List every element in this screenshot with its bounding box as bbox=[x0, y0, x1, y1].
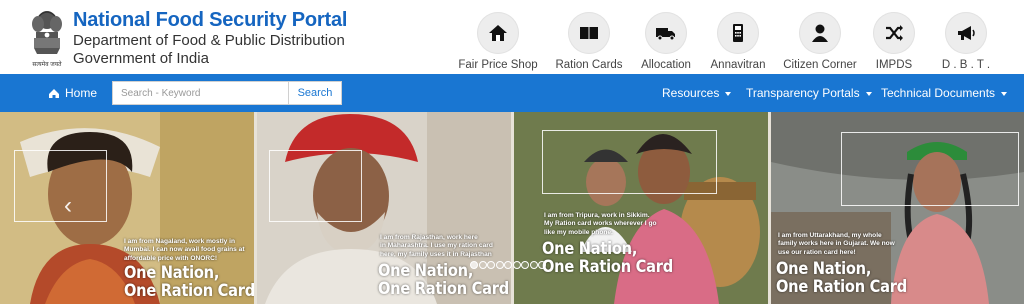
chevron-down-icon bbox=[725, 91, 732, 96]
home-icon bbox=[49, 88, 59, 98]
nav-menu-technical-documents[interactable]: Technical Documents bbox=[881, 74, 1008, 112]
slide-quote: I am from Nagaland, work mostly in Mumbai… bbox=[124, 238, 245, 262]
slide-quote: I am from Tripura, work in Sikkim. My Rat… bbox=[544, 212, 657, 236]
slide-frame bbox=[841, 132, 1019, 206]
shop-icon bbox=[489, 25, 507, 41]
slide-frame bbox=[269, 150, 362, 222]
slide-slogan: One Nation, One Ration Card bbox=[124, 263, 254, 301]
banner-slide[interactable]: ‹ I am from Nagaland, work mostly in Mumb… bbox=[0, 112, 254, 304]
brand-block[interactable]: National Food Security Portal Department… bbox=[73, 8, 347, 68]
shuffle-icon bbox=[886, 25, 903, 41]
search-input[interactable] bbox=[112, 81, 288, 105]
nav-menu-resources[interactable]: Resources bbox=[662, 74, 732, 112]
site-header: सत्यमेव जयते National Food Security Port… bbox=[0, 0, 1024, 74]
user-icon bbox=[812, 24, 828, 42]
slide-quote: I am from Uttarakhand, my whole family wo… bbox=[778, 232, 895, 256]
main-navbar: Home Search Resources Transparency Porta… bbox=[0, 74, 1024, 112]
slider-dot[interactable] bbox=[470, 261, 478, 269]
quick-link-fair-price-shop[interactable]: Fair Price Shop bbox=[448, 12, 548, 71]
slider-dot[interactable] bbox=[538, 261, 546, 269]
slide-frame bbox=[14, 150, 107, 222]
truck-icon bbox=[656, 28, 675, 41]
department-name: Department of Food & Public Distribution bbox=[73, 32, 345, 49]
nav-menu-transparency-portals[interactable]: Transparency Portals bbox=[746, 74, 872, 112]
banner-slider[interactable]: ‹ I am from Nagaland, work mostly in Mumb… bbox=[0, 112, 1024, 304]
search-form: Search bbox=[112, 81, 342, 105]
chevron-down-icon bbox=[865, 91, 872, 96]
slider-dot[interactable] bbox=[512, 261, 521, 269]
slider-dot[interactable] bbox=[529, 261, 538, 269]
slider-dot[interactable] bbox=[495, 261, 504, 269]
slider-pagination bbox=[470, 258, 560, 276]
quick-link-dbt[interactable]: D . B . T . bbox=[916, 12, 1016, 71]
nav-home-link[interactable]: Home bbox=[48, 74, 97, 112]
emblem-motto: सत्यमेव जयते bbox=[32, 62, 62, 68]
state-emblem-logo[interactable]: सत्यमेव जयते bbox=[28, 6, 66, 68]
slider-dot[interactable] bbox=[521, 261, 529, 269]
slider-prev-arrow[interactable]: ‹ bbox=[64, 192, 72, 220]
slide-quote: I am from Rajasthan, work here in Maharas… bbox=[380, 234, 493, 258]
government-name: Government of India bbox=[73, 50, 209, 67]
slider-dot[interactable] bbox=[478, 261, 487, 269]
megaphone-icon bbox=[958, 26, 975, 40]
slide-slogan: One Nation, One Ration Card bbox=[542, 239, 673, 277]
slider-dot[interactable] bbox=[487, 261, 495, 269]
slide-slogan: One Nation, One Ration Card bbox=[776, 259, 907, 297]
book-icon bbox=[580, 27, 598, 39]
pos-device-icon bbox=[733, 24, 743, 42]
slider-dot[interactable] bbox=[504, 261, 512, 269]
portal-title: National Food Security Portal bbox=[73, 9, 348, 31]
slide-frame bbox=[542, 130, 717, 194]
chevron-down-icon bbox=[1001, 91, 1008, 96]
search-button[interactable]: Search bbox=[288, 81, 342, 105]
banner-slide[interactable]: I am from Uttarakhand, my whole family wo… bbox=[771, 112, 1024, 304]
